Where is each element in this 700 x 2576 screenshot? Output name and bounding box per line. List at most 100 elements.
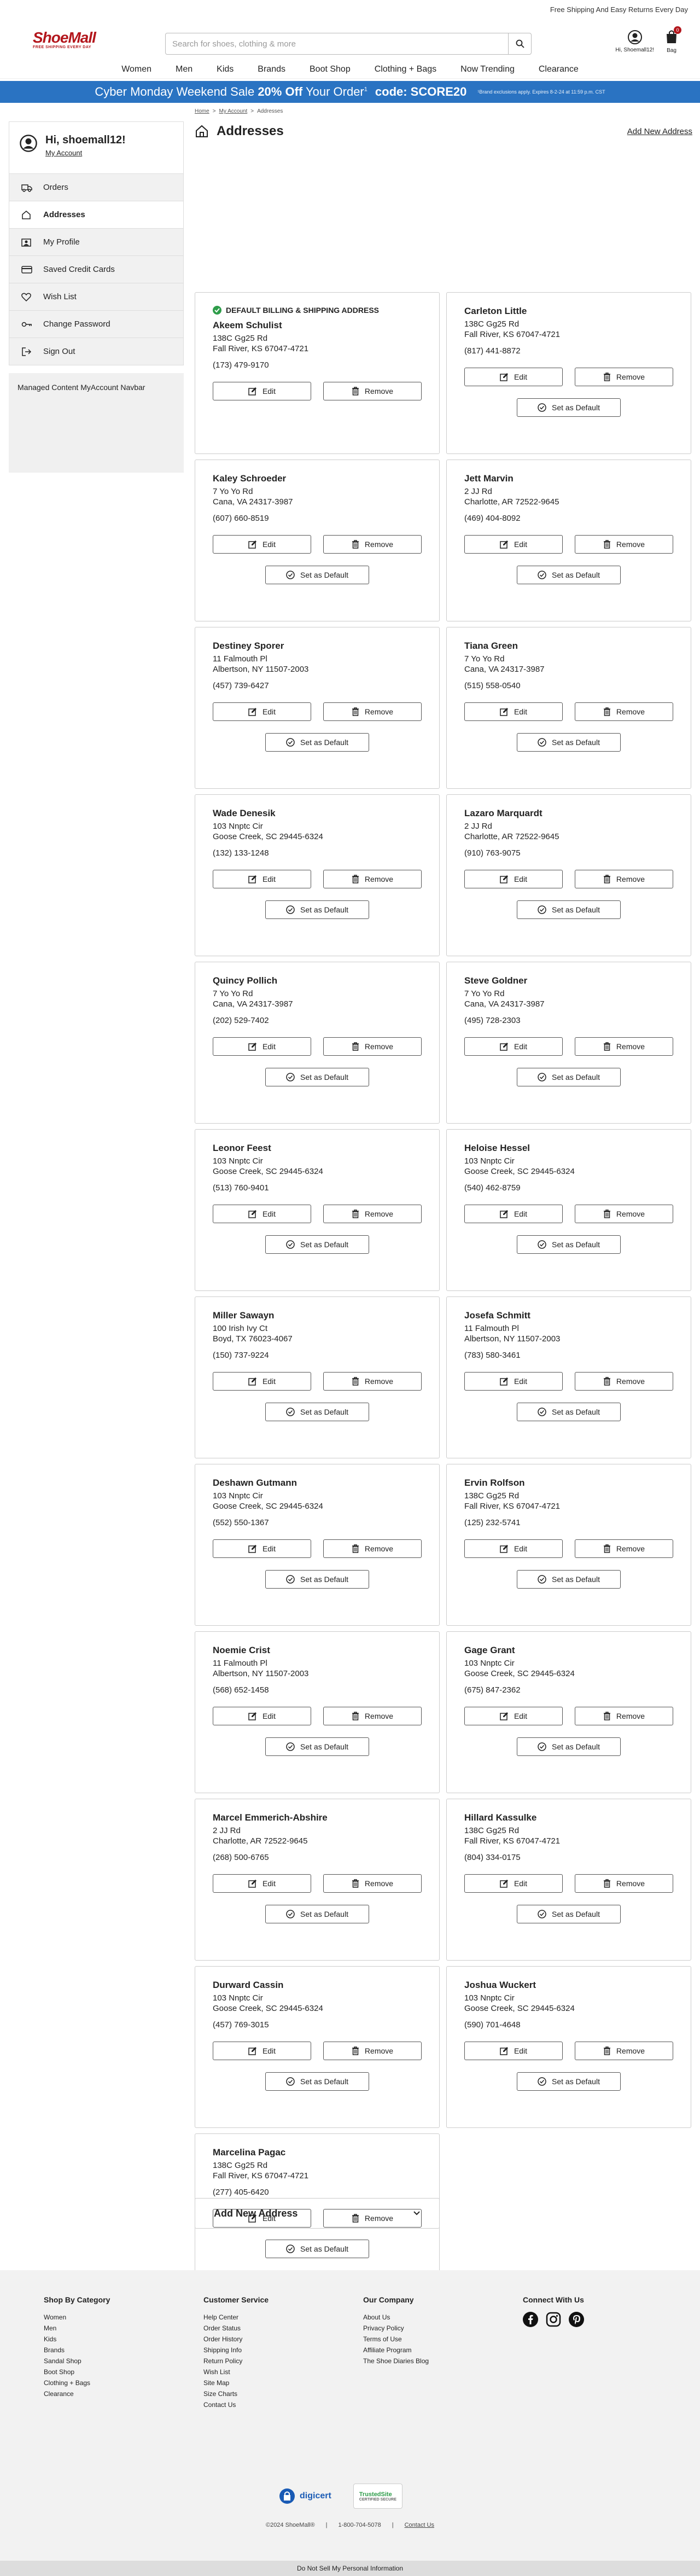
remove-button[interactable]: Remove bbox=[323, 870, 422, 888]
bag-button[interactable]: 0 Bag bbox=[665, 26, 681, 54]
set-default-button[interactable]: Set as Default bbox=[517, 2072, 621, 2091]
remove-button[interactable]: Remove bbox=[323, 1372, 422, 1391]
breadcrumb-home[interactable]: Home bbox=[195, 108, 209, 114]
edit-button[interactable]: Edit bbox=[464, 1372, 563, 1391]
sidebar-item-saved-credit-cards[interactable]: Saved Credit Cards bbox=[9, 256, 184, 283]
edit-button[interactable]: Edit bbox=[464, 1205, 563, 1223]
nav-item-now-trending[interactable]: Now Trending bbox=[448, 60, 527, 78]
nav-item-brands[interactable]: Brands bbox=[246, 60, 298, 78]
account-menu[interactable]: Hi, Shoemall12! bbox=[615, 30, 654, 53]
set-default-button[interactable]: Set as Default bbox=[517, 1570, 621, 1589]
remove-button[interactable]: Remove bbox=[575, 368, 673, 386]
remove-button[interactable]: Remove bbox=[323, 702, 422, 721]
footer-link[interactable]: Help Center bbox=[203, 2312, 363, 2323]
edit-button[interactable]: Edit bbox=[213, 1205, 311, 1223]
set-default-button[interactable]: Set as Default bbox=[517, 1403, 621, 1421]
footer-link[interactable]: Site Map bbox=[203, 2377, 363, 2388]
footer-link[interactable]: Clearance bbox=[44, 2388, 203, 2399]
edit-button[interactable]: Edit bbox=[213, 1037, 311, 1056]
remove-button[interactable]: Remove bbox=[575, 535, 673, 554]
remove-button[interactable]: Remove bbox=[323, 1205, 422, 1223]
set-default-button[interactable]: Set as Default bbox=[265, 1068, 369, 1086]
logo[interactable]: ShoeMall FREE SHIPPING EVERY DAY bbox=[33, 30, 126, 49]
edit-button[interactable]: Edit bbox=[464, 702, 563, 721]
remove-button[interactable]: Remove bbox=[323, 1874, 422, 1893]
set-default-button[interactable]: Set as Default bbox=[517, 900, 621, 919]
sidebar-item-change-password[interactable]: Change Password bbox=[9, 311, 184, 338]
set-default-button[interactable]: Set as Default bbox=[265, 733, 369, 752]
edit-button[interactable]: Edit bbox=[213, 702, 311, 721]
edit-button[interactable]: Edit bbox=[213, 1707, 311, 1725]
nav-item-clothing-bags[interactable]: Clothing + Bags bbox=[363, 60, 448, 78]
set-default-button[interactable]: Set as Default bbox=[517, 398, 621, 417]
my-account-link[interactable]: My Account bbox=[45, 149, 126, 157]
set-default-button[interactable]: Set as Default bbox=[265, 566, 369, 584]
sidebar-item-orders[interactable]: Orders bbox=[9, 174, 184, 201]
do-not-sell-link[interactable]: Do Not Sell My Personal Information bbox=[0, 2561, 700, 2576]
nav-item-men[interactable]: Men bbox=[164, 60, 205, 78]
search-input[interactable]: Search for shoes, clothing & more bbox=[166, 39, 508, 49]
sidebar-item-my-profile[interactable]: My Profile bbox=[9, 229, 184, 256]
edit-button[interactable]: Edit bbox=[213, 1539, 311, 1558]
sidebar-item-wish-list[interactable]: Wish List bbox=[9, 283, 184, 311]
set-default-button[interactable]: Set as Default bbox=[517, 733, 621, 752]
footer-link[interactable]: About Us bbox=[363, 2312, 523, 2323]
set-default-button[interactable]: Set as Default bbox=[517, 1235, 621, 1254]
promo-banner[interactable]: Cyber Monday Weekend Sale 20% Off Your O… bbox=[0, 81, 700, 103]
set-default-button[interactable]: Set as Default bbox=[265, 1905, 369, 1923]
footer-link[interactable]: Privacy Policy bbox=[363, 2323, 523, 2334]
digicert-seal[interactable]: digicert bbox=[279, 2484, 331, 2509]
footer-link[interactable]: Order Status bbox=[203, 2323, 363, 2334]
edit-button[interactable]: Edit bbox=[464, 368, 563, 386]
edit-button[interactable]: Edit bbox=[464, 535, 563, 554]
bag-label[interactable]: Bag bbox=[667, 48, 676, 54]
edit-button[interactable]: Edit bbox=[213, 870, 311, 888]
edit-button[interactable]: Edit bbox=[213, 535, 311, 554]
footer-link[interactable]: Women bbox=[44, 2312, 203, 2323]
nav-item-boot-shop[interactable]: Boot Shop bbox=[298, 60, 363, 78]
footer-link[interactable]: Boot Shop bbox=[44, 2366, 203, 2377]
add-new-address-link[interactable]: Add New Address bbox=[627, 127, 692, 136]
remove-button[interactable]: Remove bbox=[323, 1539, 422, 1558]
set-default-button[interactable]: Set as Default bbox=[517, 1737, 621, 1756]
nav-item-women[interactable]: Women bbox=[109, 60, 164, 78]
edit-button[interactable]: Edit bbox=[464, 1037, 563, 1056]
edit-button[interactable]: Edit bbox=[464, 2042, 563, 2060]
remove-button[interactable]: Remove bbox=[575, 870, 673, 888]
remove-button[interactable]: Remove bbox=[323, 382, 422, 400]
edit-button[interactable]: Edit bbox=[213, 2042, 311, 2060]
edit-button[interactable]: Edit bbox=[464, 1874, 563, 1893]
footer-link[interactable]: Clothing + Bags bbox=[44, 2377, 203, 2388]
search-bar[interactable]: Search for shoes, clothing & more bbox=[165, 33, 532, 55]
set-default-button[interactable]: Set as Default bbox=[265, 1570, 369, 1589]
sidebar-item-addresses[interactable]: Addresses bbox=[9, 201, 184, 229]
breadcrumb-my-account[interactable]: My Account bbox=[219, 108, 248, 114]
edit-button[interactable]: Edit bbox=[464, 1707, 563, 1725]
footer-link[interactable]: Return Policy bbox=[203, 2356, 363, 2366]
sidebar-item-sign-out[interactable]: Sign Out bbox=[9, 338, 184, 365]
footer-link[interactable]: Shipping Info bbox=[203, 2345, 363, 2356]
instagram-icon[interactable] bbox=[546, 2312, 561, 2327]
trustedsite-seal[interactable]: TrustedSite CERTIFIED SECURE bbox=[353, 2484, 402, 2509]
remove-button[interactable]: Remove bbox=[323, 1037, 422, 1056]
set-default-button[interactable]: Set as Default bbox=[517, 1068, 621, 1086]
remove-button[interactable]: Remove bbox=[575, 1037, 673, 1056]
remove-button[interactable]: Remove bbox=[575, 1539, 673, 1558]
search-button[interactable] bbox=[508, 33, 531, 54]
edit-button[interactable]: Edit bbox=[213, 1372, 311, 1391]
set-default-button[interactable]: Set as Default bbox=[265, 900, 369, 919]
remove-button[interactable]: Remove bbox=[323, 2042, 422, 2060]
edit-button[interactable]: Edit bbox=[213, 382, 311, 400]
footer-link[interactable]: Order History bbox=[203, 2334, 363, 2345]
footer-link[interactable]: Sandal Shop bbox=[44, 2356, 203, 2366]
facebook-icon[interactable] bbox=[523, 2312, 538, 2327]
footer-link[interactable]: Men bbox=[44, 2323, 203, 2334]
remove-button[interactable]: Remove bbox=[575, 1372, 673, 1391]
remove-button[interactable]: Remove bbox=[575, 1874, 673, 1893]
add-new-address-accordion[interactable]: Add New Address bbox=[195, 2198, 440, 2229]
footer-link[interactable]: Size Charts bbox=[203, 2388, 363, 2399]
remove-button[interactable]: Remove bbox=[575, 1205, 673, 1223]
remove-button[interactable]: Remove bbox=[575, 1707, 673, 1725]
set-default-button[interactable]: Set as Default bbox=[517, 566, 621, 584]
footer-contact-link[interactable]: Contact Us bbox=[405, 2522, 434, 2528]
